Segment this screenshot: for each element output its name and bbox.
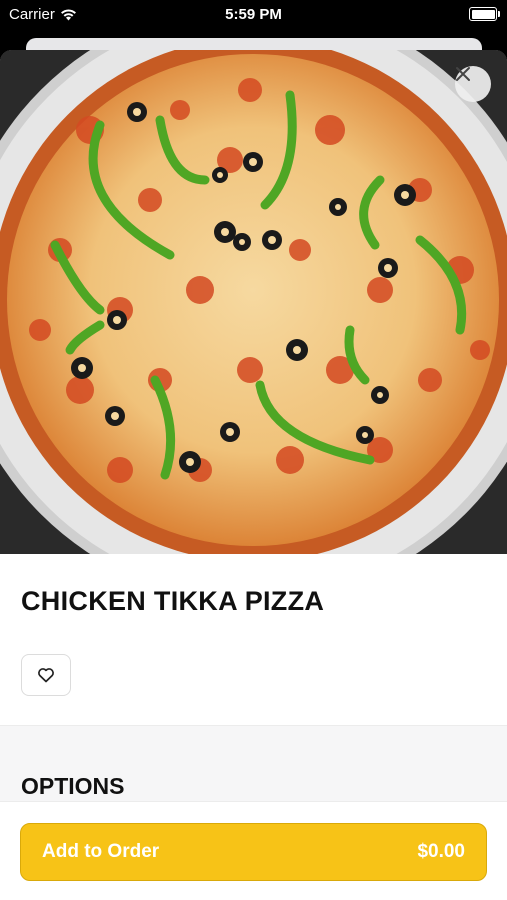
- item-image: [0, 50, 507, 554]
- battery-icon: [469, 7, 500, 21]
- heart-icon: [38, 668, 54, 683]
- clock: 5:59 PM: [225, 6, 282, 23]
- item-title: CHICKEN TIKKA PIZZA: [21, 586, 325, 616]
- bottom-action-bar: Add to Order $0.00: [0, 801, 507, 900]
- pizza-image: [0, 50, 507, 554]
- add-to-order-label: Add to Order: [42, 841, 160, 862]
- status-bar: Carrier 5:59 PM: [0, 0, 507, 30]
- item-detail-sheet: CHICKEN TIKKA PIZZA OPTIONS Add to Order…: [0, 50, 507, 900]
- favorite-button[interactable]: [21, 654, 71, 696]
- order-price: $0.00: [417, 841, 465, 862]
- add-to-order-button[interactable]: Add to Order $0.00: [20, 823, 487, 881]
- close-button[interactable]: [455, 66, 491, 102]
- close-icon: [456, 67, 470, 81]
- options-heading: OPTIONS: [21, 773, 125, 799]
